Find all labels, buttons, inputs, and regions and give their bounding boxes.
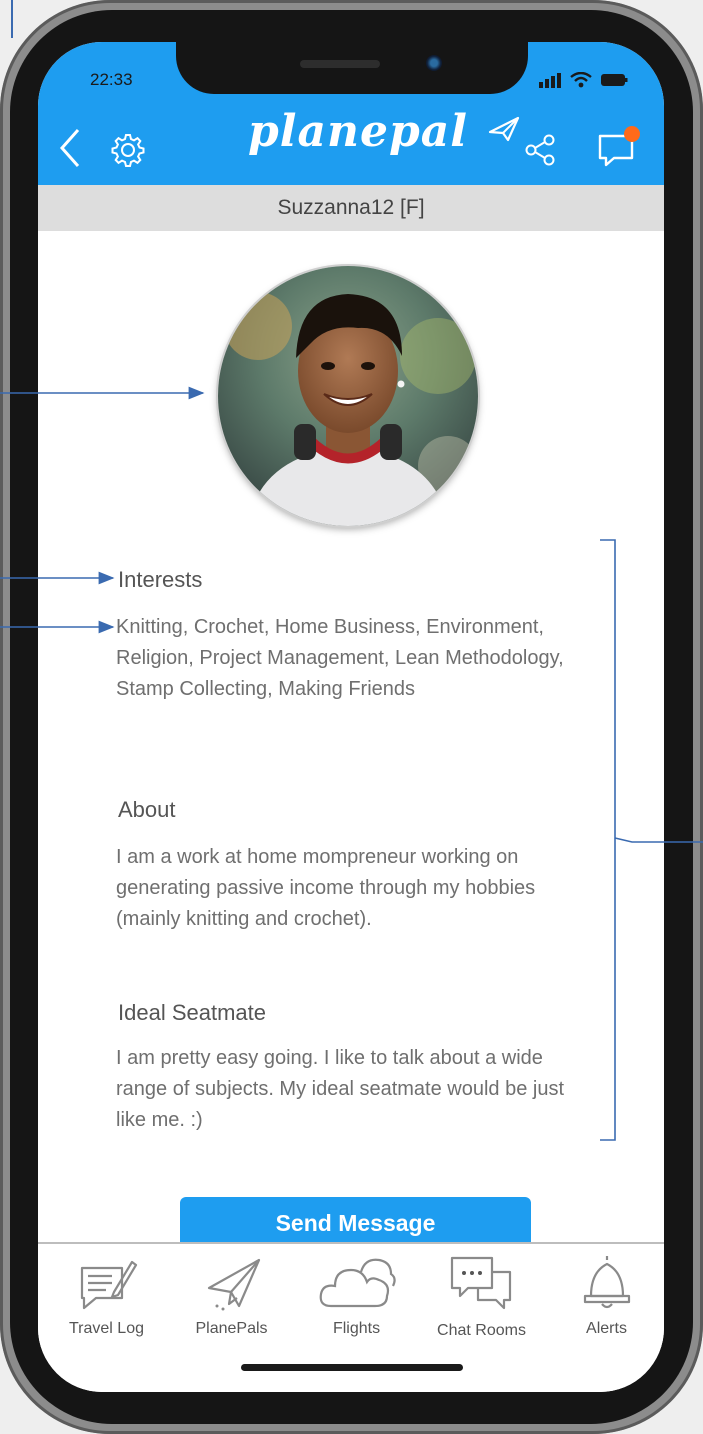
- chevron-left-icon: [59, 129, 80, 167]
- profile-username: Suzzanna12 [F]: [277, 196, 425, 219]
- planepal-logo: planepal: [248, 106, 468, 157]
- battery-icon: [601, 74, 628, 86]
- share-icon: [525, 134, 555, 166]
- interests-title: Interests: [118, 567, 203, 592]
- gear-icon: [111, 134, 145, 167]
- ideal-seatmate-title: Ideal Seatmate: [118, 1000, 266, 1025]
- tab-flights[interactable]: Flights: [294, 1244, 419, 1354]
- profile-avatar[interactable]: [218, 266, 478, 526]
- tab-travel-log[interactable]: Travel Log: [44, 1244, 169, 1354]
- profile-photo: [218, 266, 478, 526]
- speaker-grille: [300, 60, 380, 68]
- stage: 22:33 planepal Suzzanna12 [F] Interests …: [0, 0, 703, 1434]
- bell-icon: [583, 1256, 630, 1309]
- share-button[interactable]: [520, 130, 560, 170]
- app-header: 22:33 planepal: [38, 42, 664, 185]
- wifi-icon: [570, 72, 592, 88]
- chat-bubble-icon: [598, 126, 640, 167]
- notepad-icon: [80, 1260, 137, 1310]
- logo-plane-icon: [488, 116, 520, 142]
- home-indicator[interactable]: [241, 1364, 463, 1371]
- front-camera: [426, 55, 442, 71]
- interests-body: Knitting, Crochet, Home Business, Enviro…: [116, 616, 564, 700]
- chat-bubbles-icon: [450, 1256, 511, 1310]
- tab-label-chat-rooms: Chat Rooms: [437, 1322, 526, 1339]
- username-bar: Suzzanna12 [F]: [38, 185, 664, 231]
- tab-alerts[interactable]: Alerts: [544, 1244, 664, 1354]
- about-title: About: [118, 797, 176, 822]
- cloud-icon: [319, 1258, 396, 1308]
- back-button[interactable]: [56, 128, 84, 168]
- ideal-seatmate-body: I am pretty easy going. I like to talk a…: [116, 1047, 565, 1131]
- tab-label-flights: Flights: [332, 1320, 381, 1337]
- tab-label-alerts: Alerts: [586, 1320, 627, 1337]
- signal-icon: [539, 73, 561, 88]
- tab-label-planepals: PlanePals: [195, 1320, 268, 1337]
- settings-button[interactable]: [108, 130, 148, 170]
- about-body: I am a work at home mompreneur working o…: [116, 846, 536, 930]
- status-time: 22:33: [90, 70, 133, 89]
- phone-screen: 22:33 planepal Suzzanna12 [F] Interests …: [38, 42, 664, 1392]
- tab-chat-rooms[interactable]: Chat Rooms: [419, 1244, 544, 1354]
- phone-notch: [176, 42, 528, 94]
- notification-dot: [624, 126, 640, 142]
- tab-label-travel-log: Travel Log: [69, 1320, 144, 1337]
- tab-planepals[interactable]: PlanePals: [169, 1244, 294, 1354]
- chat-button[interactable]: [594, 122, 644, 172]
- status-icons: [538, 72, 628, 88]
- paper-plane-icon: [207, 1258, 260, 1311]
